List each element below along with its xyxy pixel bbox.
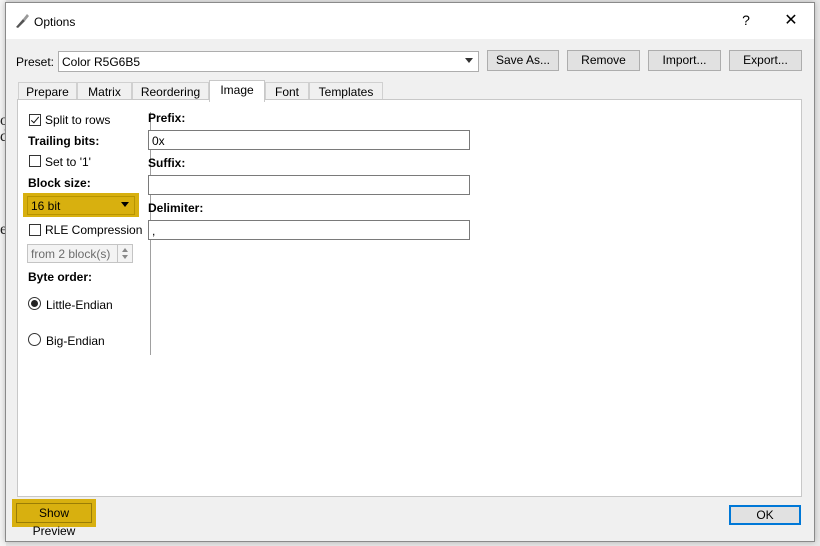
block-size-combo[interactable]: 16 bit	[27, 196, 135, 215]
suffix-label: Suffix:	[148, 156, 186, 170]
block-size-value: 16 bit	[31, 199, 61, 213]
block-size-label: Block size:	[28, 176, 91, 190]
suffix-input[interactable]	[148, 175, 470, 195]
preset-label: Preset:	[16, 55, 55, 69]
rle-compression-checkbox[interactable]	[29, 224, 41, 236]
big-endian-radio[interactable]	[28, 333, 41, 346]
brush-icon	[16, 14, 29, 28]
chevron-down-icon	[122, 255, 128, 259]
tab-image[interactable]: Image	[209, 80, 265, 102]
import-button[interactable]: Import...	[648, 50, 721, 71]
export-button[interactable]: Export...	[729, 50, 802, 71]
split-to-rows-label: Split to rows	[45, 113, 111, 127]
byte-order-label: Byte order:	[28, 270, 93, 284]
options-dialog: Options ? ✕ Preset: Color R5G6B5 Save As…	[5, 2, 815, 542]
set-to-1-label: Set to '1'	[45, 155, 91, 169]
prefix-value: 0x	[152, 134, 165, 148]
prefix-input[interactable]: 0x	[148, 130, 470, 150]
ok-button[interactable]: OK	[729, 505, 801, 525]
delimiter-value: ,	[152, 224, 156, 238]
big-endian-label: Big-Endian	[46, 334, 105, 348]
remove-button[interactable]: Remove	[567, 50, 640, 71]
window-title: Options	[34, 15, 76, 29]
trailing-bits-label: Trailing bits:	[28, 134, 100, 148]
rle-block-value: from 2 block(s)	[31, 247, 111, 261]
delimiter-label: Delimiter:	[148, 201, 204, 215]
set-to-1-checkbox[interactable]	[29, 155, 41, 167]
chevron-down-icon	[465, 58, 473, 63]
split-to-rows-checkbox[interactable]	[29, 114, 41, 126]
save-as-button[interactable]: Save As...	[487, 50, 559, 71]
title-bar: Options ? ✕	[6, 3, 814, 39]
image-tab-panel: Split to rows Trailing bits: Set to '1' …	[17, 99, 802, 497]
spin-buttons[interactable]	[117, 245, 132, 262]
chevron-up-icon	[122, 248, 128, 252]
close-button[interactable]: ✕	[776, 10, 806, 32]
prefix-label: Prefix:	[148, 111, 186, 125]
rle-block-spinbox[interactable]: from 2 block(s)	[27, 244, 133, 263]
little-endian-radio[interactable]	[28, 297, 41, 310]
rle-compression-label: RLE Compression	[45, 223, 143, 237]
show-preview-button[interactable]: Show Preview	[16, 503, 92, 538]
little-endian-label: Little-Endian	[46, 298, 113, 312]
preset-value: Color R5G6B5	[62, 55, 141, 69]
chevron-down-icon	[121, 202, 129, 207]
delimiter-input[interactable]: ,	[148, 220, 470, 240]
help-button[interactable]: ?	[734, 12, 758, 32]
preset-combo[interactable]: Color R5G6B5	[58, 51, 479, 72]
